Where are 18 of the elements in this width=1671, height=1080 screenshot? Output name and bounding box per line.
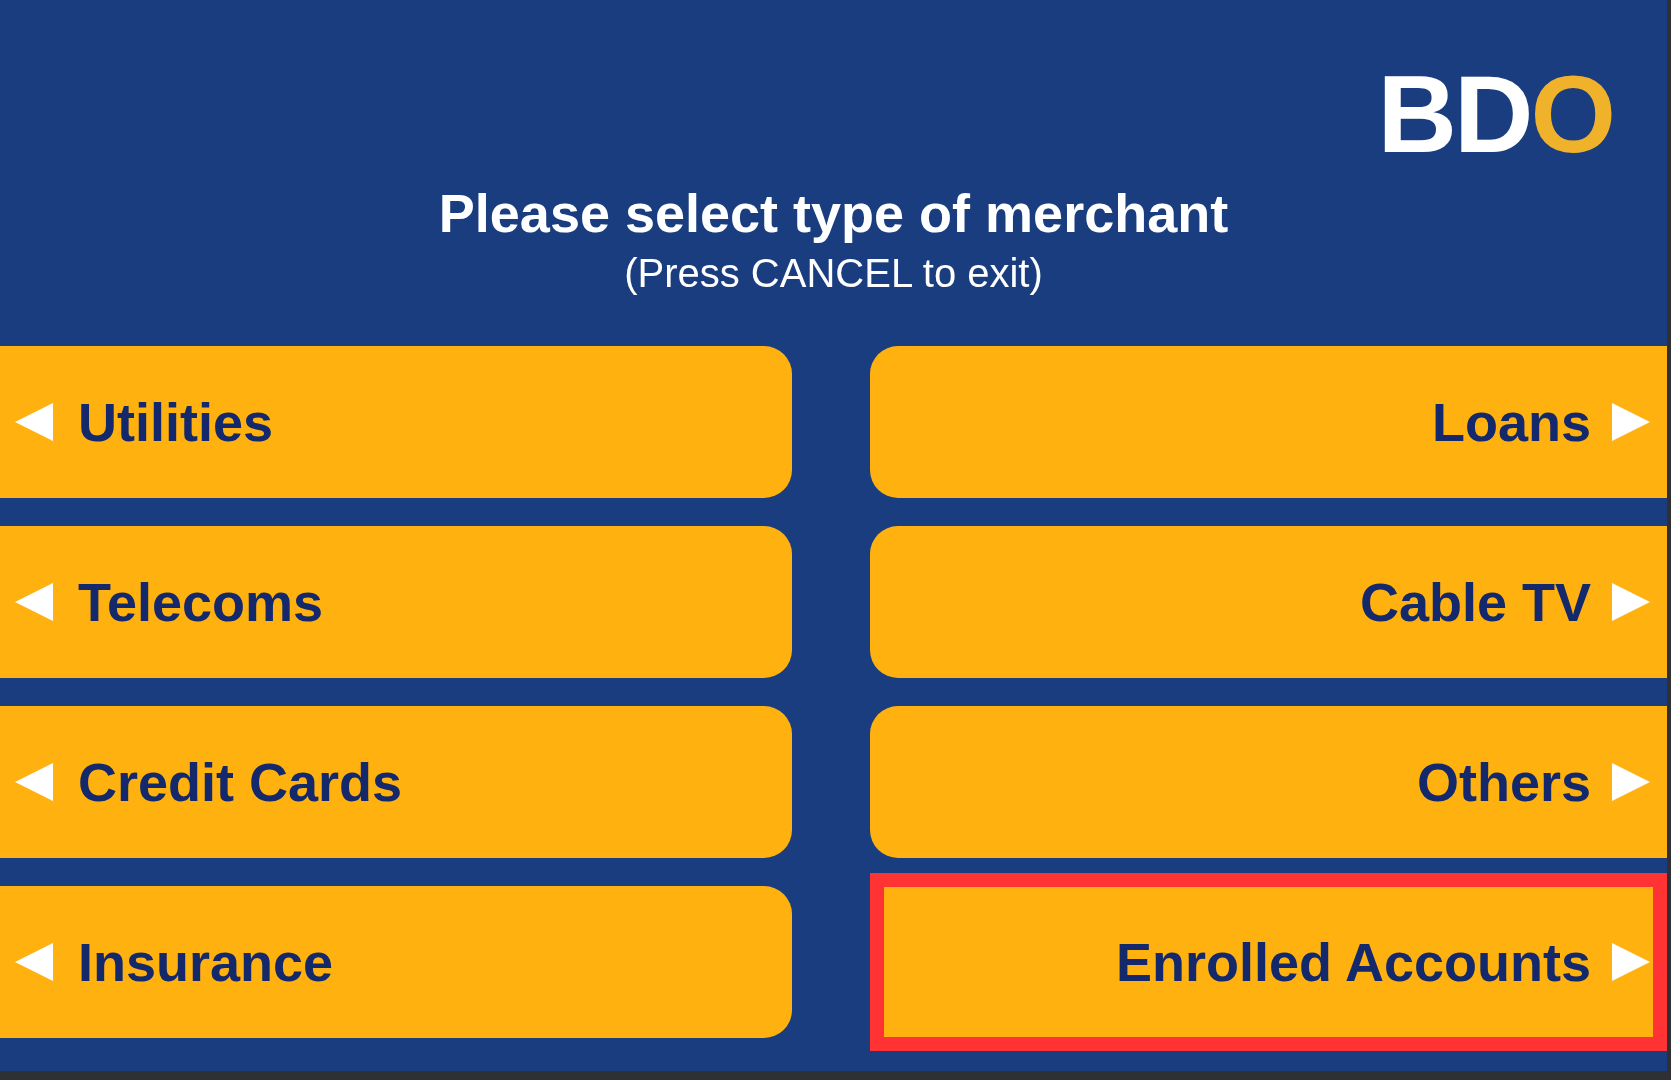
triangle-left-icon (15, 583, 53, 621)
option-button[interactable]: Cable TV (870, 526, 1667, 678)
instruction-text: (Press CANCEL to exit) (624, 253, 1043, 293)
triangle-left-icon (15, 403, 53, 441)
option-button[interactable]: Credit Cards (0, 706, 792, 858)
option-button[interactable]: Telecoms (0, 526, 792, 678)
logo: BDO (1377, 59, 1613, 169)
option-button[interactable]: Loans (870, 346, 1667, 498)
triangle-right-icon (1612, 943, 1650, 981)
triangle-left-icon (15, 763, 53, 801)
option-button[interactable]: Others (870, 706, 1667, 858)
option-button[interactable]: Insurance (0, 886, 792, 1038)
triangle-right-icon (1612, 403, 1650, 441)
triangle-left-icon (15, 943, 53, 981)
option-button[interactable]: Enrolled Accounts (870, 873, 1667, 1051)
triangle-right-icon (1612, 583, 1650, 621)
option-button[interactable]: Utilities (0, 346, 792, 498)
triangle-right-icon (1612, 763, 1650, 801)
